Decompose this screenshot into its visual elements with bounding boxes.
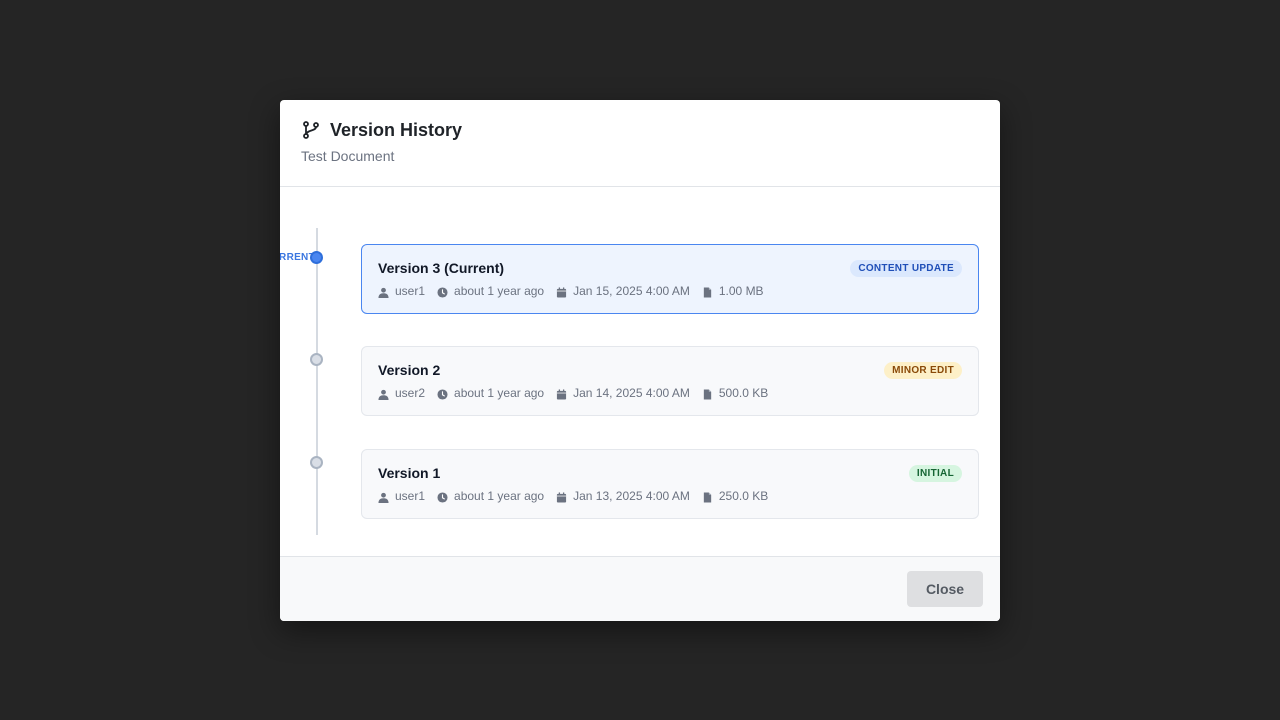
file-size-text: 250.0 KB	[718, 489, 769, 503]
version-card-3[interactable]: Version 3 (Current) CONTENT UPDATE user1…	[361, 244, 979, 314]
version-title: Version 3 (Current)	[378, 260, 505, 276]
file-size: 250.0 KB	[702, 489, 768, 503]
clock-icon	[437, 389, 448, 400]
change-type-badge: MINOR EDIT	[884, 361, 962, 379]
version-meta: user1 about 1 year ago Jan 13, 2025 4:00…	[378, 488, 962, 504]
file-size-text: 1.00 MB	[718, 284, 764, 298]
timeline-dot-current	[310, 251, 323, 264]
clock-icon	[437, 287, 448, 298]
timestamp: Jan 13, 2025 4:00 AM	[556, 489, 690, 503]
relative-time: about 1 year ago	[437, 284, 544, 298]
author-name: user2	[395, 386, 426, 400]
change-type-badge: CONTENT UPDATE	[850, 259, 962, 277]
author-name: user1	[395, 489, 426, 503]
calendar-icon	[557, 287, 567, 298]
timestamp-text: Jan 14, 2025 4:00 AM	[573, 386, 690, 400]
git-branch-icon	[301, 120, 321, 140]
version-title: Version 1	[378, 465, 441, 481]
file-icon	[703, 492, 712, 503]
version-meta: user2 about 1 year ago Jan 14, 2025 4:00…	[378, 385, 962, 401]
dialog-header: Version History Test Document	[280, 100, 1000, 187]
dialog-footer: Close	[280, 556, 1000, 621]
relative-time-text: about 1 year ago	[454, 284, 545, 298]
timestamp-text: Jan 13, 2025 4:00 AM	[573, 489, 690, 503]
timeline-dot	[310, 353, 323, 366]
author: user2	[378, 386, 425, 400]
calendar-icon	[557, 492, 567, 503]
author-name: user1	[395, 284, 426, 298]
timeline-line	[316, 228, 318, 535]
close-button[interactable]: Close	[907, 571, 983, 607]
timestamp: Jan 15, 2025 4:00 AM	[556, 284, 690, 298]
file-icon	[703, 389, 712, 400]
version-title: Version 2	[378, 362, 441, 378]
author: user1	[378, 489, 425, 503]
version-history-dialog: Version History Test Document CURRENT Ve…	[280, 100, 1000, 621]
dialog-title: Version History	[330, 119, 463, 140]
relative-time: about 1 year ago	[437, 489, 544, 503]
clock-icon	[437, 492, 448, 503]
version-card-2[interactable]: Version 2 MINOR EDIT user2 about 1 year …	[361, 346, 979, 416]
relative-time-text: about 1 year ago	[454, 386, 545, 400]
file-icon	[703, 287, 712, 298]
user-icon	[378, 287, 389, 298]
user-icon	[378, 492, 389, 503]
calendar-icon	[557, 389, 567, 400]
timestamp: Jan 14, 2025 4:00 AM	[556, 386, 690, 400]
version-timeline: CURRENT Version 3 (Current) CONTENT UPDA…	[280, 187, 1000, 556]
dialog-title-row: Version History	[301, 119, 979, 141]
file-size-text: 500.0 KB	[718, 386, 769, 400]
author: user1	[378, 284, 425, 298]
document-name: Test Document	[301, 148, 395, 164]
file-size: 500.0 KB	[702, 386, 768, 400]
change-type-badge: INITIAL	[908, 464, 962, 482]
version-meta: user1 about 1 year ago Jan 15, 2025 4:00…	[378, 283, 962, 299]
timeline-dot	[310, 456, 323, 469]
user-icon	[378, 389, 389, 400]
relative-time: about 1 year ago	[437, 386, 544, 400]
relative-time-text: about 1 year ago	[454, 489, 545, 503]
file-size: 1.00 MB	[702, 284, 764, 298]
timestamp-text: Jan 15, 2025 4:00 AM	[573, 284, 690, 298]
version-card-1[interactable]: Version 1 INITIAL user1 about 1 year ago…	[361, 449, 979, 519]
